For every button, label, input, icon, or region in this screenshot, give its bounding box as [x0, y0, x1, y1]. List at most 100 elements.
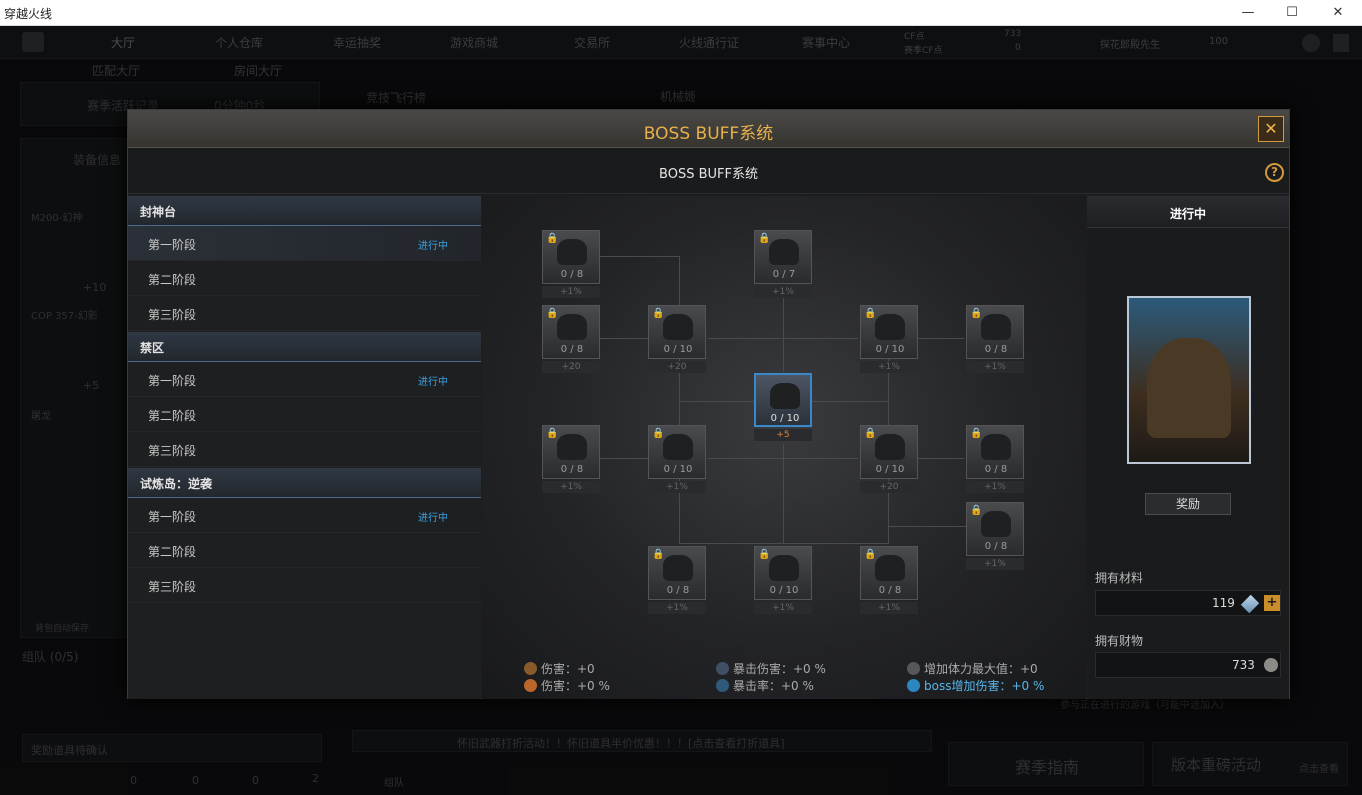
stat-value: 增加体力最大值：+0 — [924, 662, 1038, 676]
material-value: 119 — [1212, 596, 1235, 610]
stat-damage-pct: 伤害：+0 % — [524, 677, 610, 694]
modal-title: BOSS BUFF系统 — [643, 124, 774, 144]
minimize-button[interactable]: — — [1233, 3, 1263, 23]
reward-button[interactable]: 奖励 — [1145, 493, 1231, 515]
group-title: 试炼岛：逆袭 — [140, 477, 213, 491]
reward-panel: 进行中 奖励 拥有材料 119 + 拥有财物 733 — [1087, 196, 1289, 699]
boss-portrait — [557, 314, 587, 340]
node-buff: +1% — [860, 361, 918, 373]
stage-item[interactable]: 第二阶段 — [128, 397, 481, 432]
buff-node[interactable]: 🔒 0 / 7 +1% — [754, 230, 812, 300]
buff-node[interactable]: 🔒 0 / 8 +1% — [966, 425, 1024, 495]
connector — [918, 458, 964, 459]
node-buff: +20 — [860, 481, 918, 493]
boss-portrait — [557, 239, 587, 265]
connector — [918, 338, 964, 339]
node-buff: +1% — [966, 481, 1024, 493]
stage-name: 第一阶段 — [148, 238, 197, 252]
fire-icon — [524, 679, 537, 692]
node-buff: +5 — [754, 429, 812, 441]
stage-item[interactable]: 第一阶段 进行中 — [128, 362, 481, 397]
stage-status: 进行中 — [418, 513, 448, 524]
boss-card-image — [1127, 296, 1251, 464]
node-count: 0 / 8 — [984, 541, 1008, 552]
stat-damage-flat: 伤害：+0 — [524, 660, 595, 677]
node-count: 0 / 8 — [878, 585, 902, 596]
stage-item[interactable]: 第二阶段 — [128, 533, 481, 568]
stage-status: 进行中 — [418, 241, 448, 252]
window-close-button[interactable]: ✕ — [1323, 3, 1353, 23]
buff-node-current[interactable]: 0 / 10 +5 — [754, 373, 812, 443]
stage-item[interactable]: 第一阶段 进行中 — [128, 226, 481, 261]
boss-portrait — [663, 555, 693, 581]
buff-node[interactable]: 🔒 0 / 8 +1% — [860, 546, 918, 616]
buff-node[interactable]: 🔒 0 / 8 +20 — [542, 305, 600, 375]
stat-value: 暴击伤害：+0 % — [733, 662, 826, 676]
buff-node[interactable]: 🔒 0 / 10 +1% — [860, 305, 918, 375]
buff-node[interactable]: 🔒 0 / 10 +1% — [648, 425, 706, 495]
buff-node[interactable]: 🔒 0 / 8 +1% — [966, 305, 1024, 375]
node-count: 0 / 8 — [560, 464, 584, 475]
group-header-fengshentai: 封神台 — [128, 196, 481, 226]
node-buff: +1% — [648, 602, 706, 614]
node-buff: +1% — [542, 286, 600, 298]
buff-node[interactable]: 🔒 0 / 10 +20 — [860, 425, 918, 495]
lock-icon: 🔒 — [652, 549, 665, 560]
lock-icon: 🔒 — [546, 428, 559, 439]
modal-subheader: BOSS BUFF系统 ? — [128, 148, 1289, 194]
node-count: 0 / 10 — [663, 344, 693, 355]
buff-tree-panel: 🔒 0 / 8 +1% 🔒 0 / 7 +1% 🔒 0 / 8 +20 🔒 0 / 10 +20… — [482, 196, 1086, 699]
connector — [708, 338, 858, 339]
connector — [679, 543, 889, 544]
buff-node[interactable]: 🔒 0 / 10 +1% — [754, 546, 812, 616]
boss-portrait — [770, 383, 800, 409]
stage-item[interactable]: 第三阶段 — [128, 432, 481, 467]
crit-rate-icon — [716, 679, 729, 692]
lock-icon: 🔒 — [652, 428, 665, 439]
group-header-jinqu: 禁区 — [128, 332, 481, 362]
stage-status: 进行中 — [418, 377, 448, 388]
add-material-button[interactable]: + — [1264, 595, 1280, 611]
boss-portrait — [875, 555, 905, 581]
crystal-icon — [1240, 594, 1260, 614]
node-buff: +1% — [966, 361, 1024, 373]
connector — [783, 444, 784, 544]
sword-icon — [524, 662, 537, 675]
stat-value: boss增加伤害：+0 % — [924, 679, 1045, 693]
stage-item[interactable]: 第二阶段 — [128, 261, 481, 296]
boss-portrait — [981, 434, 1011, 460]
wealth-box: 733 — [1095, 652, 1281, 678]
stat-boss-damage: boss增加伤害：+0 % — [907, 677, 1044, 694]
stage-item[interactable]: 第三阶段 — [128, 568, 481, 603]
group-title: 封神台 — [140, 205, 177, 219]
stage-item[interactable]: 第三阶段 — [128, 296, 481, 331]
boss-portrait — [557, 434, 587, 460]
boss-portrait — [875, 314, 905, 340]
buff-node[interactable]: 🔒 0 / 8 +1% — [542, 425, 600, 495]
maximize-button[interactable]: ☐ — [1277, 3, 1307, 23]
stage-name: 第三阶段 — [148, 580, 197, 594]
node-count: 0 / 8 — [560, 269, 584, 280]
boss-portrait — [981, 314, 1011, 340]
lock-icon: 🔒 — [970, 308, 983, 319]
node-buff: +1% — [860, 602, 918, 614]
node-count: 0 / 10 — [770, 413, 800, 424]
help-icon[interactable]: ? — [1265, 163, 1284, 182]
node-buff: +20 — [542, 361, 600, 373]
node-count: 0 / 8 — [984, 464, 1008, 475]
buff-node[interactable]: 🔒 0 / 8 +1% — [542, 230, 600, 300]
close-icon[interactable]: ✕ — [1258, 116, 1284, 142]
buff-node[interactable]: 🔒 0 / 10 +20 — [648, 305, 706, 375]
stat-value: 伤害：+0 — [541, 662, 595, 676]
crit-damage-icon — [716, 662, 729, 675]
stage-name: 第三阶段 — [148, 308, 197, 322]
connector — [888, 526, 966, 527]
stage-item[interactable]: 第一阶段 进行中 — [128, 498, 481, 533]
node-count: 0 / 8 — [666, 585, 690, 596]
lock-icon: 🔒 — [546, 233, 559, 244]
connector — [679, 256, 680, 543]
node-buff: +1% — [542, 481, 600, 493]
buff-node[interactable]: 🔒 0 / 8 +1% — [966, 502, 1024, 572]
node-buff: +1% — [966, 558, 1024, 570]
buff-node[interactable]: 🔒 0 / 8 +1% — [648, 546, 706, 616]
